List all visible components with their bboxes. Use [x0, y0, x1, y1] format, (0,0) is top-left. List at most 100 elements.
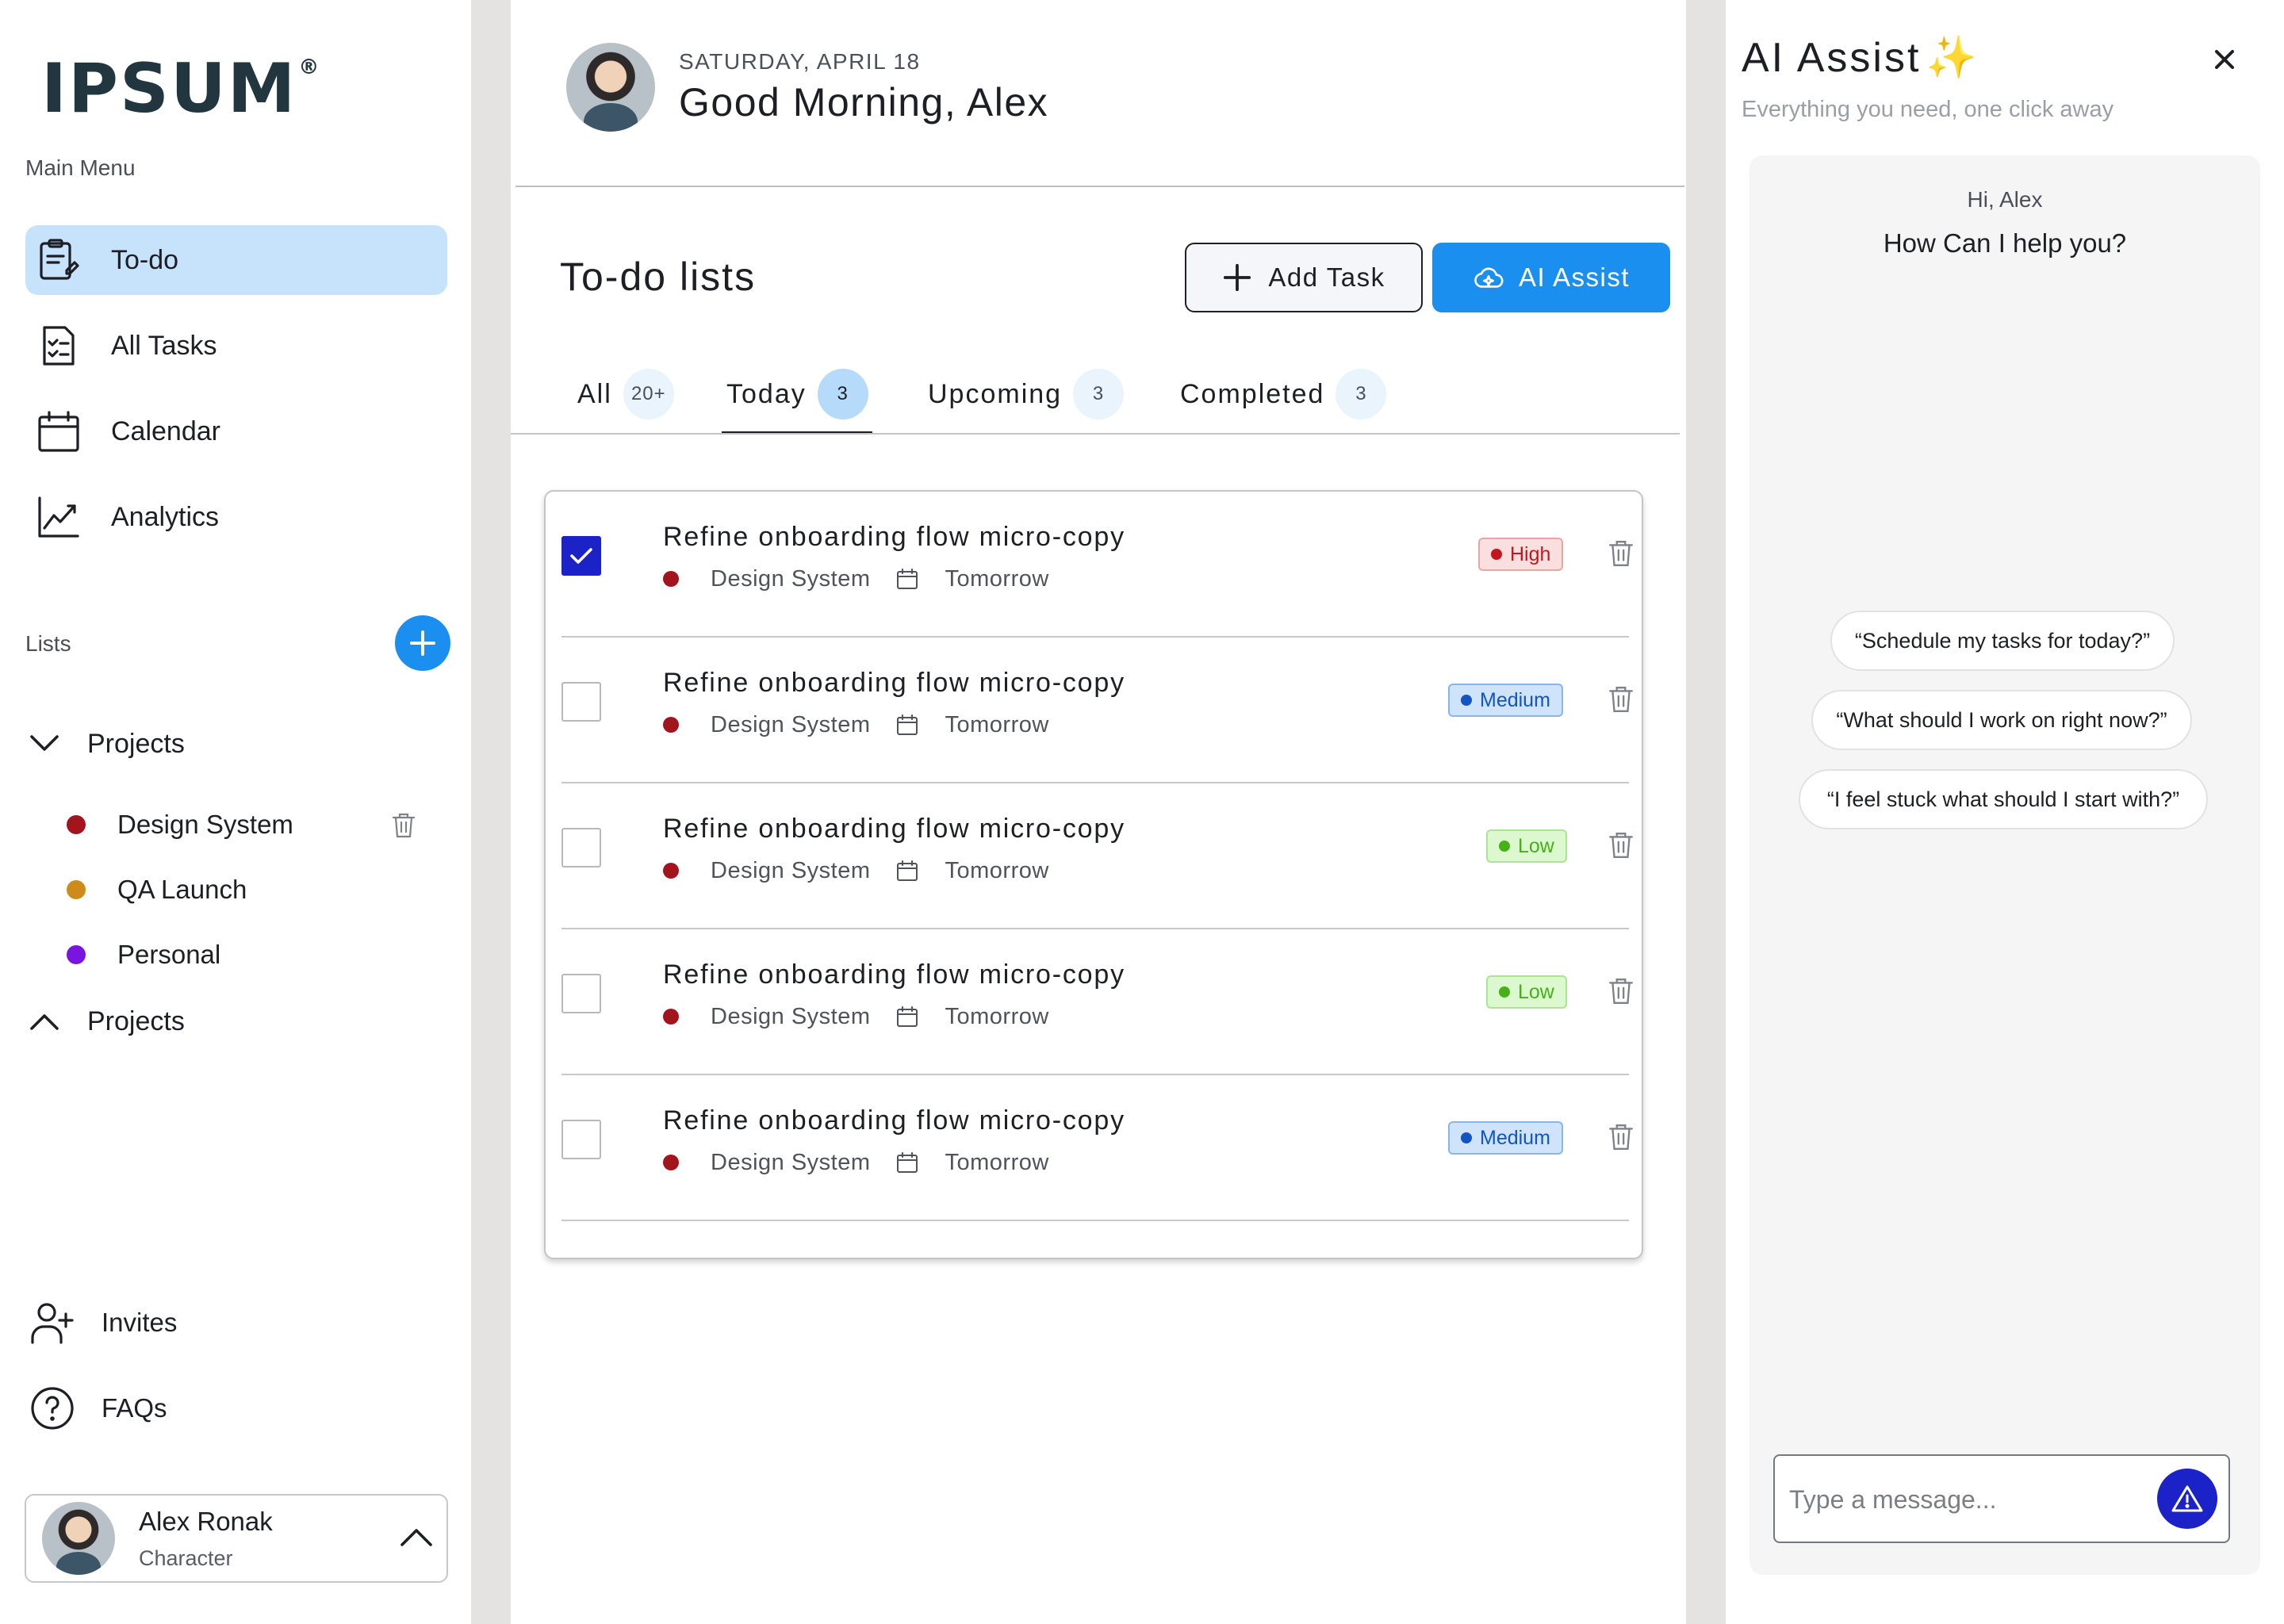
- user-plus-icon: [29, 1299, 76, 1346]
- plus-icon: [410, 630, 435, 656]
- logo-text: IPSUM: [41, 49, 297, 128]
- task-row[interactable]: Refine onboarding flow micro-copy Design…: [546, 638, 1645, 783]
- task-title: Refine onboarding flow micro-copy: [663, 959, 1125, 990]
- task-checkbox[interactable]: [561, 1120, 601, 1159]
- group-projects-expanded[interactable]: Projects: [29, 720, 185, 768]
- logo-mark: ®: [298, 56, 321, 79]
- task-row[interactable]: Refine onboarding flow micro-copy Design…: [546, 783, 1645, 929]
- tab-today[interactable]: Today 3: [726, 366, 868, 422]
- calendar-icon: [896, 860, 918, 882]
- ai-assist-button[interactable]: AI Assist: [1432, 243, 1670, 312]
- chart-line-icon: [35, 493, 82, 541]
- task-row[interactable]: Refine onboarding flow micro-copy Design…: [546, 929, 1645, 1075]
- suggestion-chip[interactable]: “What should I work on right now?”: [1811, 690, 2192, 750]
- calendar-icon: [896, 1005, 918, 1028]
- send-button[interactable]: [2157, 1469, 2217, 1529]
- check-icon: [570, 548, 592, 564]
- calendar-icon: [896, 568, 918, 590]
- chevron-down-icon: [29, 728, 60, 760]
- trash-icon[interactable]: [1608, 831, 1634, 864]
- chevron-up-icon[interactable]: [400, 1527, 432, 1552]
- task-checkbox[interactable]: [561, 828, 601, 868]
- task-checkbox[interactable]: [561, 682, 601, 722]
- chat-input-box: [1773, 1454, 2230, 1543]
- trash-icon[interactable]: [1608, 685, 1634, 718]
- add-task-button[interactable]: Add Task: [1185, 243, 1423, 312]
- priority-dot: [1461, 1132, 1472, 1143]
- nav-label: All Tasks: [111, 330, 217, 361]
- tab-completed[interactable]: Completed 3: [1180, 366, 1387, 422]
- faqs-label: FAQs: [102, 1393, 167, 1423]
- ai-assist-panel: AI Assist ✨ Everything you need, one clic…: [1726, 0, 2284, 1624]
- nav-item-analytics[interactable]: Analytics: [25, 482, 447, 552]
- header-greeting: Good Morning, Alex: [679, 80, 1049, 124]
- priority-label: Medium: [1480, 1126, 1550, 1149]
- chat-question: How Can I help you?: [1883, 228, 2127, 258]
- close-icon[interactable]: [2205, 40, 2244, 79]
- chat-message-input[interactable]: [1789, 1473, 2138, 1526]
- tab-count-badge: 3: [1336, 369, 1387, 419]
- priority-dot: [1461, 695, 1472, 706]
- trash-icon[interactable]: [392, 812, 416, 845]
- list-color-dot: [663, 1155, 679, 1170]
- task-meta: Design System Tomorrow: [663, 709, 1049, 741]
- task-row[interactable]: Refine onboarding flow micro-copy Design…: [546, 492, 1645, 638]
- list-item-personal[interactable]: Personal: [67, 931, 416, 979]
- lists-caption: Lists: [25, 631, 71, 656]
- tabs-divider: [511, 433, 1680, 435]
- calendar-icon: [896, 714, 918, 736]
- priority-badge: Low: [1486, 829, 1567, 863]
- task-meta: Design System Tomorrow: [663, 1001, 1049, 1032]
- list-color-dot: [67, 945, 86, 964]
- chat-greeting: Hi, Alex: [1967, 187, 2043, 212]
- sparkle-icon: ✨: [1926, 35, 1980, 81]
- tab-all[interactable]: All 20+: [577, 366, 674, 422]
- group-projects-collapsed[interactable]: Projects: [29, 998, 185, 1045]
- chevron-up-icon: [29, 1005, 60, 1037]
- faqs-link[interactable]: FAQs: [29, 1377, 167, 1440]
- nav-item-todo[interactable]: To-do: [25, 225, 447, 295]
- task-list-name: Design System: [711, 565, 871, 592]
- task-title: Refine onboarding flow micro-copy: [663, 814, 1125, 844]
- profile-card[interactable]: Alex Ronak Character: [25, 1494, 448, 1583]
- nav-item-calendar[interactable]: Calendar: [25, 396, 447, 466]
- chat-panel: Hi, Alex How Can I help you? “Schedule m…: [1749, 155, 2260, 1575]
- add-task-label: Add Task: [1268, 262, 1385, 292]
- priority-badge: Medium: [1448, 1121, 1563, 1155]
- calendar-icon: [896, 1151, 918, 1174]
- priority-dot: [1499, 986, 1510, 998]
- nav-item-all-tasks[interactable]: All Tasks: [25, 311, 447, 381]
- list-label: Personal: [117, 940, 221, 969]
- main-menu-caption: Main Menu: [25, 155, 136, 180]
- list-item-design-system[interactable]: Design System: [67, 801, 416, 848]
- task-checkbox[interactable]: [561, 974, 601, 1013]
- task-due: Tomorrow: [945, 565, 1049, 592]
- page-title: To-do lists: [560, 255, 757, 299]
- suggestion-chip[interactable]: “Schedule my tasks for today?”: [1830, 611, 2175, 671]
- priority-label: Low: [1518, 834, 1554, 857]
- brand-logo[interactable]: IPSUM®: [41, 32, 320, 124]
- suggestion-chip[interactable]: “I feel stuck what should I start with?”: [1799, 769, 2208, 829]
- task-title: Refine onboarding flow micro-copy: [663, 668, 1125, 698]
- tab-label: Completed: [1180, 378, 1325, 409]
- tab-count-badge: 20+: [623, 369, 674, 419]
- checklist-icon: [35, 322, 82, 370]
- priority-badge: High: [1478, 538, 1564, 571]
- tab-upcoming[interactable]: Upcoming 3: [928, 366, 1125, 422]
- plus-icon: [1224, 263, 1251, 292]
- trash-icon[interactable]: [1608, 539, 1634, 572]
- add-list-button[interactable]: [395, 615, 450, 671]
- avatar: [42, 1502, 115, 1575]
- trash-icon[interactable]: [1608, 977, 1634, 1009]
- invites-link[interactable]: Invites: [29, 1291, 177, 1354]
- trash-icon[interactable]: [1608, 1123, 1634, 1155]
- task-checkbox[interactable]: [561, 536, 601, 576]
- nav-label: Analytics: [111, 501, 220, 532]
- task-due: Tomorrow: [945, 711, 1049, 737]
- priority-label: High: [1510, 542, 1551, 565]
- list-item-qa-launch[interactable]: QA Launch: [67, 866, 416, 914]
- task-row[interactable]: Refine onboarding flow micro-copy Design…: [546, 1075, 1645, 1221]
- sidebar: IPSUM® Main Menu To-do All Tasks Calenda…: [0, 0, 471, 1624]
- priority-badge: Medium: [1448, 684, 1563, 717]
- task-list-name: Design System: [711, 1003, 871, 1029]
